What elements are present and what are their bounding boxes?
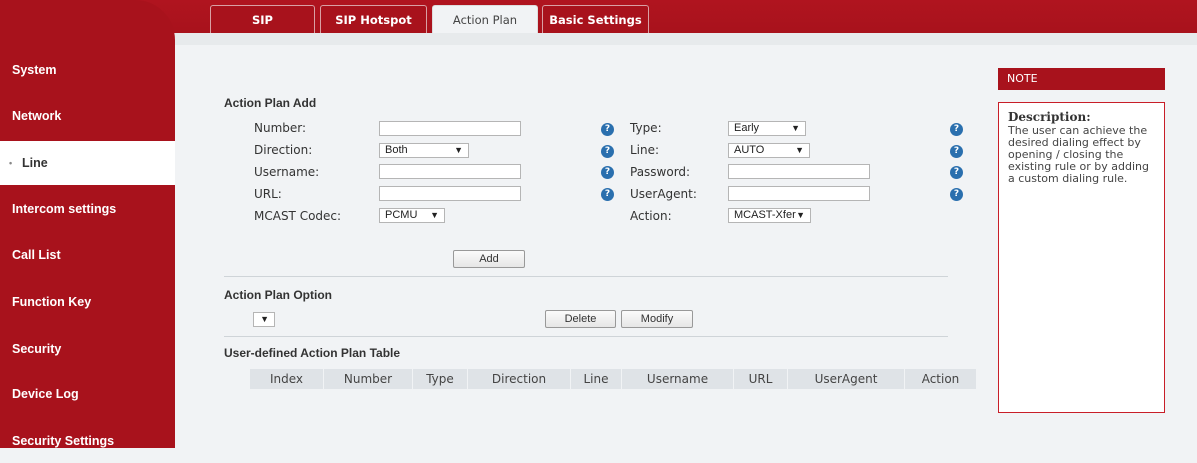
top-bar-strip — [175, 33, 1197, 45]
chevron-down-icon: ▼ — [796, 210, 805, 220]
sidebar-item-intercom-settings[interactable]: Intercom settings — [0, 187, 168, 231]
chevron-down-icon: ▼ — [454, 145, 463, 155]
tab-sip[interactable]: SIP — [210, 5, 315, 33]
column-header-direction: Direction — [468, 369, 571, 389]
note-header: NOTE — [998, 68, 1165, 90]
modify-button[interactable]: Modify — [621, 310, 693, 328]
sidebar-item-network[interactable]: Network — [0, 94, 168, 138]
action-plan-option-select[interactable]: ▼ — [253, 312, 275, 327]
url-label: URL: — [254, 187, 282, 201]
url-input[interactable] — [379, 186, 521, 201]
useragent-input[interactable] — [728, 186, 870, 201]
sidebar-item-security[interactable]: Security — [0, 327, 168, 371]
note-text: The user can achieve the desired dialing… — [1008, 124, 1149, 185]
useragent-label: UserAgent: — [630, 187, 697, 201]
mcast-codec-label: MCAST Codec: — [254, 209, 342, 223]
action-select-value: MCAST-Xfer — [734, 209, 796, 221]
help-icon[interactable]: ? — [950, 123, 963, 136]
password-label: Password: — [630, 165, 691, 179]
tab-basic-settings[interactable]: Basic Settings — [542, 5, 649, 33]
chevron-down-icon: ▼ — [260, 314, 269, 324]
sidebar-item-device-log[interactable]: Device Log — [0, 372, 168, 416]
column-header-line: Line — [571, 369, 622, 389]
column-header-url: URL — [734, 369, 788, 389]
number-label: Number: — [254, 121, 307, 135]
mcast-codec-select-value: PCMU — [385, 209, 418, 221]
type-select-value: Early — [734, 122, 760, 134]
line-select-value: AUTO — [734, 144, 765, 156]
help-icon[interactable]: ? — [950, 188, 963, 201]
column-header-username: Username — [622, 369, 734, 389]
chevron-down-icon: ▼ — [795, 145, 804, 155]
tab-action-plan[interactable]: Action Plan — [432, 5, 538, 33]
sidebar-item-system[interactable]: System — [0, 48, 168, 92]
sidebar-item-line[interactable]: Line — [0, 141, 175, 185]
help-icon[interactable]: ? — [601, 123, 614, 136]
help-icon[interactable]: ? — [601, 188, 614, 201]
help-icon[interactable]: ? — [950, 166, 963, 179]
chevron-down-icon: ▼ — [791, 123, 800, 133]
divider — [224, 276, 948, 277]
sidebar-item-security-settings[interactable]: Security Settings — [0, 419, 168, 463]
sidebar-item-call-list[interactable]: Call List — [0, 233, 168, 277]
column-header-type: Type — [413, 369, 468, 389]
table-title: User-defined Action Plan Table — [224, 346, 401, 360]
direction-label: Direction: — [254, 143, 313, 157]
direction-select[interactable]: Both ▼ — [379, 143, 469, 158]
action-select[interactable]: MCAST-Xfer ▼ — [728, 208, 811, 223]
note-title: Description: — [1008, 110, 1091, 124]
table-header-row: Index Number Type Direction Line Usernam… — [250, 369, 976, 389]
type-select[interactable]: Early ▼ — [728, 121, 806, 136]
sidebar: System Network Line Intercom settings Ca… — [0, 0, 175, 448]
column-header-index: Index — [250, 369, 324, 389]
mcast-codec-select[interactable]: PCMU ▼ — [379, 208, 445, 223]
note-panel: Description: The user can achieve the de… — [998, 102, 1165, 413]
direction-select-value: Both — [385, 144, 408, 156]
sidebar-item-function-key[interactable]: Function Key — [0, 280, 168, 324]
type-label: Type: — [630, 121, 662, 135]
delete-button[interactable]: Delete — [545, 310, 616, 328]
help-icon[interactable]: ? — [950, 145, 963, 158]
line-label: Line: — [630, 143, 660, 157]
action-label: Action: — [630, 209, 672, 223]
column-header-number: Number — [324, 369, 413, 389]
line-select[interactable]: AUTO ▼ — [728, 143, 810, 158]
username-label: Username: — [254, 165, 320, 179]
tab-sip-hotspot[interactable]: SIP Hotspot — [320, 5, 427, 33]
divider — [224, 336, 948, 337]
add-button[interactable]: Add — [453, 250, 525, 268]
action-plan-option-title: Action Plan Option — [224, 288, 332, 302]
action-plan-add-title: Action Plan Add — [224, 96, 317, 110]
number-input[interactable] — [379, 121, 521, 136]
column-header-useragent: UserAgent — [788, 369, 905, 389]
help-icon[interactable]: ? — [601, 145, 614, 158]
username-input[interactable] — [379, 164, 521, 179]
chevron-down-icon: ▼ — [430, 210, 439, 220]
password-input[interactable] — [728, 164, 870, 179]
help-icon[interactable]: ? — [601, 166, 614, 179]
column-header-action: Action — [921, 372, 960, 386]
